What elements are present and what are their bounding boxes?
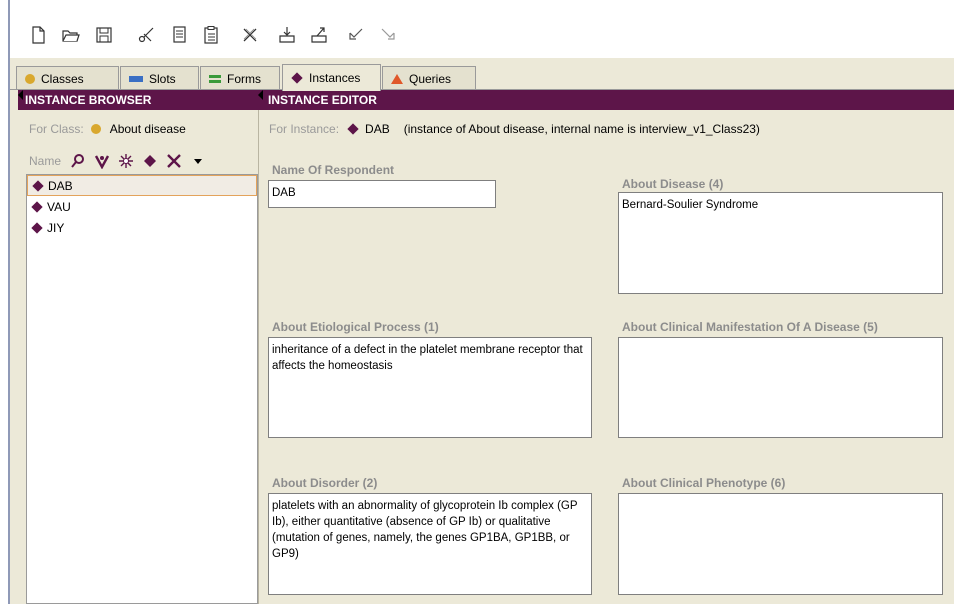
window-frame-left <box>0 0 8 604</box>
instance-list-item[interactable]: DAB <box>27 175 257 196</box>
tab-slots[interactable]: Slots <box>120 66 199 90</box>
instance-list-item[interactable]: JIY <box>27 217 257 238</box>
instance-browser-header: INSTANCE BROWSER <box>18 90 258 110</box>
create-instance-icon[interactable] <box>91 151 113 171</box>
tab-forms[interactable]: Forms <box>200 66 280 90</box>
paste-icon[interactable] <box>200 24 222 46</box>
instance-diamond-icon <box>347 123 359 135</box>
about-disease-label: About Disease (4) <box>622 177 724 191</box>
delete-instance-icon[interactable] <box>163 151 185 171</box>
instance-diamond-icon[interactable] <box>139 151 161 171</box>
protege-window: Classes Slots Forms Instances Queries IN… <box>10 0 954 604</box>
name-of-respondent-field[interactable]: DAB <box>268 180 496 208</box>
view-references-icon[interactable] <box>67 151 89 171</box>
for-instance-label: For Instance: <box>269 122 340 136</box>
copy-instance-icon[interactable] <box>115 151 137 171</box>
instance-browser-title: INSTANCE BROWSER <box>25 93 152 107</box>
instance-label: DAB <box>48 178 73 193</box>
tab-strip: Classes Slots Forms Instances Queries <box>10 58 954 91</box>
instance-browser-panel: For Class: About disease Name DAB VAU JI… <box>18 110 258 604</box>
for-instance-value: DAB <box>365 122 390 136</box>
undo-icon[interactable] <box>345 24 367 46</box>
about-clinical-phenotype-label: About Clinical Phenotype (6) <box>622 476 786 490</box>
delete-icon[interactable] <box>239 24 261 46</box>
tab-label: Forms <box>227 71 261 86</box>
name-of-respondent-label: Name Of Respondent <box>272 163 395 177</box>
instance-list-item[interactable]: VAU <box>27 196 257 217</box>
class-circle-icon <box>25 73 35 84</box>
about-disease-field[interactable]: Bernard-Soulier Syndrome <box>618 192 943 294</box>
instance-list-toolbar: Name <box>29 150 259 172</box>
query-triangle-icon <box>391 73 403 84</box>
main-toolbar <box>10 0 954 58</box>
open-project-icon[interactable] <box>60 24 82 46</box>
about-disorder-field[interactable]: platelets with an abnormality of glycopr… <box>268 493 592 595</box>
instance-label: JIY <box>47 220 65 235</box>
collapse-arrow-icon[interactable] <box>258 90 263 100</box>
for-class-row: For Class: About disease <box>29 122 186 136</box>
about-clinical-phenotype-field[interactable] <box>618 493 943 595</box>
for-instance-row: For Instance: DAB (instance of About dis… <box>269 122 760 136</box>
tab-classes[interactable]: Classes <box>16 66 119 90</box>
form-lines-icon <box>209 74 221 83</box>
slot-bar-icon <box>129 75 143 82</box>
new-project-icon[interactable] <box>27 24 49 46</box>
instance-diamond-icon <box>32 179 44 192</box>
about-etiological-process-label: About Etiological Process (1) <box>272 320 439 334</box>
collapse-arrow-icon[interactable] <box>18 90 23 100</box>
class-circle-icon <box>91 124 102 134</box>
dropdown-arrow-icon[interactable] <box>187 151 209 171</box>
about-clinical-manifestation-field[interactable] <box>618 337 943 438</box>
instance-diamond-icon <box>31 200 43 213</box>
about-clinical-manifestation-label: About Clinical Manifestation Of A Diseas… <box>622 320 878 334</box>
panel-splitter[interactable] <box>258 110 266 604</box>
about-disorder-label: About Disorder (2) <box>272 476 378 490</box>
instance-diamond-icon <box>31 221 43 234</box>
tab-queries[interactable]: Queries <box>382 66 476 90</box>
instance-editor-panel: For Instance: DAB (instance of About dis… <box>266 110 954 604</box>
tab-label: Classes <box>41 71 84 86</box>
instance-diamond-icon <box>291 72 303 84</box>
name-column-label: Name <box>29 154 62 168</box>
save-project-icon[interactable] <box>93 24 115 46</box>
instance-editor-header: INSTANCE EDITOR <box>258 90 954 110</box>
instance-editor-title: INSTANCE EDITOR <box>268 93 377 107</box>
copy-icon[interactable] <box>169 24 191 46</box>
about-etiological-process-field[interactable]: inheritance of a defect in the platelet … <box>268 337 592 438</box>
tab-label: Slots <box>149 71 176 86</box>
tab-label: Instances <box>309 71 361 85</box>
for-class-label: For Class: <box>29 122 84 136</box>
for-class-value: About disease <box>109 122 186 136</box>
instance-label: VAU <box>47 199 71 214</box>
tab-label: Queries <box>409 71 452 86</box>
redo-icon[interactable] <box>377 24 399 46</box>
for-instance-description: (instance of About disease, internal nam… <box>403 122 760 136</box>
import-icon[interactable] <box>276 24 298 46</box>
instance-list: DAB VAU JIY <box>26 174 258 604</box>
export-icon[interactable] <box>308 24 330 46</box>
tab-instances[interactable]: Instances <box>282 64 381 91</box>
cut-icon[interactable] <box>136 24 158 46</box>
